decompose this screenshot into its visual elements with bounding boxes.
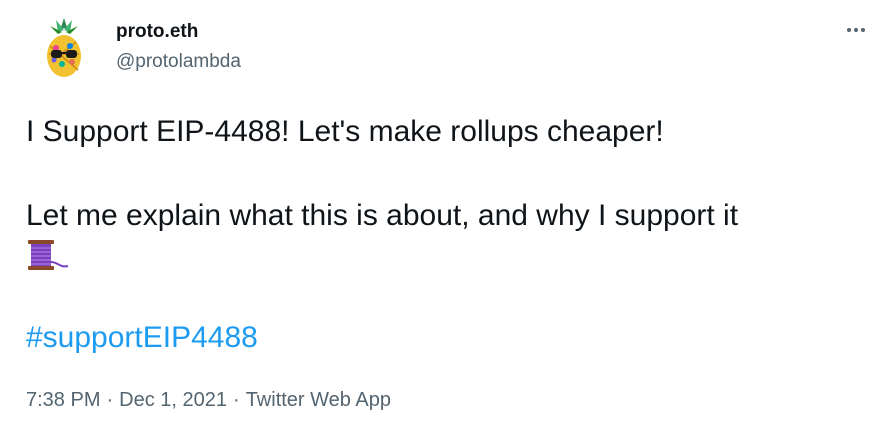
tweet-text: I Support EIP-4488! Let's make rollups c… bbox=[26, 112, 866, 270]
tweet-time-link[interactable]: 7:38 PM bbox=[26, 389, 100, 411]
hashtag-link[interactable]: #supportEIP4488 bbox=[26, 318, 258, 358]
more-dot bbox=[847, 28, 851, 32]
avatar[interactable] bbox=[38, 16, 90, 80]
author-block: proto.eth @protolambda bbox=[116, 20, 241, 74]
thread-spool-icon bbox=[28, 240, 69, 270]
tweet-text-line: I Support EIP-4488! Let's make rollups c… bbox=[26, 115, 664, 148]
tweet-source-link[interactable]: Twitter Web App bbox=[246, 389, 391, 411]
author-handle[interactable]: @protolambda bbox=[116, 50, 241, 74]
meta-separator: · bbox=[106, 389, 114, 411]
tweet-text-line: Let me explain what this is about, and w… bbox=[26, 199, 739, 232]
pineapple-icon bbox=[47, 18, 81, 77]
more-options-button[interactable] bbox=[841, 20, 871, 40]
more-dot bbox=[861, 28, 865, 32]
tweet-card: proto.eth @protolambda I Support EIP-448… bbox=[0, 0, 889, 427]
more-dot bbox=[854, 28, 858, 32]
meta-separator: · bbox=[233, 389, 240, 411]
tweet-date-link[interactable]: Dec 1, 2021 bbox=[119, 389, 227, 411]
author-display-name[interactable]: proto.eth bbox=[116, 20, 241, 44]
tweet-metadata: 7:38 PM · Dec 1, 2021 · Twitter Web App bbox=[26, 386, 391, 414]
